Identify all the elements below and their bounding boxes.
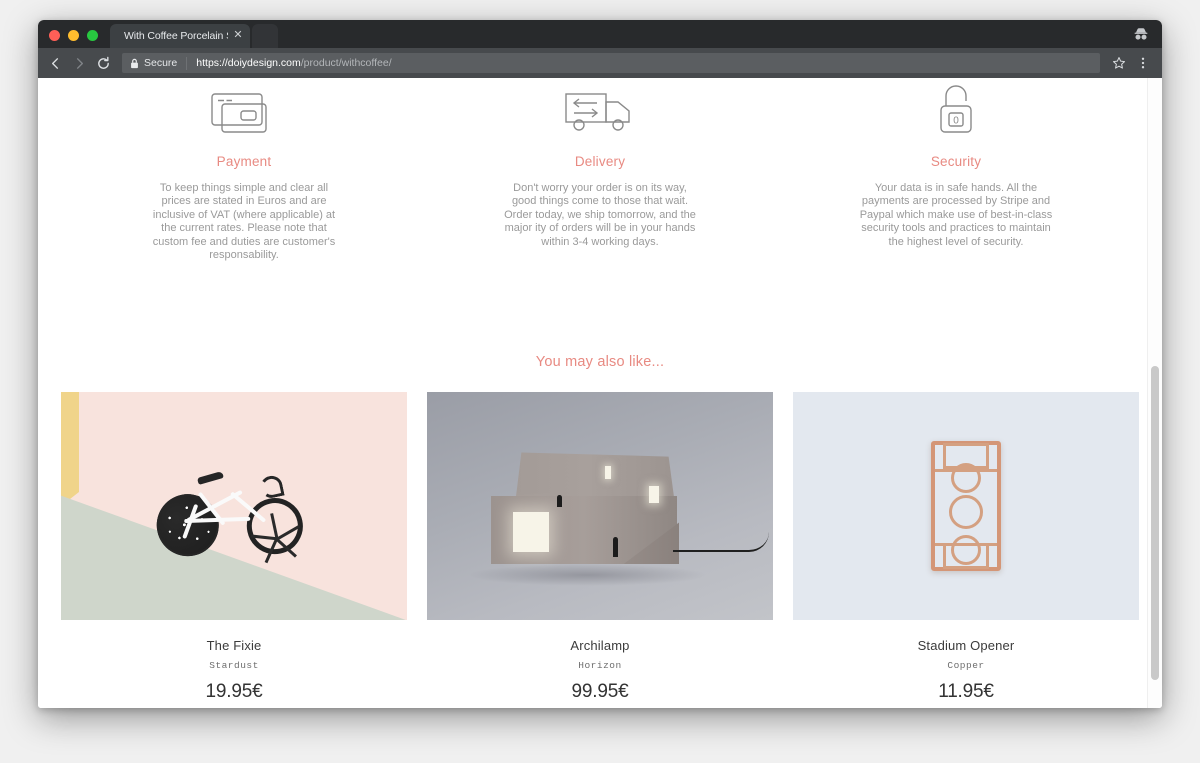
product-variant: Stardust xyxy=(209,660,259,672)
product-card-the-fixie[interactable]: The Fixie Stardust 19.95€ xyxy=(61,392,407,703)
scrollbar-thumb[interactable] xyxy=(1151,366,1159,680)
url-text: https://doiydesign.com/product/withcoffe… xyxy=(196,57,392,69)
delivery-truck-icon xyxy=(444,80,756,138)
product-price: 99.95€ xyxy=(571,681,629,703)
product-variant: Copper xyxy=(947,660,985,672)
forward-arrow-icon[interactable] xyxy=(68,52,90,74)
three-dot-menu-icon[interactable] xyxy=(1132,52,1154,74)
product-price: 19.95€ xyxy=(205,681,263,703)
svg-text:0: 0 xyxy=(953,116,959,127)
product-price: 11.95€ xyxy=(938,681,994,703)
info-title: Delivery xyxy=(574,154,626,169)
window-traffic-lights xyxy=(38,30,108,48)
close-icon[interactable]: ✕ xyxy=(232,30,244,42)
open-padlock-icon: 0 xyxy=(800,80,1112,138)
address-bar[interactable]: Secure https://doiydesign.com/product/wi… xyxy=(122,53,1100,73)
related-products-section: You may also like... The Fixie Stardust … xyxy=(38,354,1162,703)
vertical-scrollbar[interactable] xyxy=(1147,78,1162,708)
back-arrow-icon[interactable] xyxy=(44,52,66,74)
info-columns: Payment To keep things simple and clear … xyxy=(38,80,1162,262)
secure-label: Secure xyxy=(144,57,178,69)
info-column-security: 0 Security Your data is in safe hands. A… xyxy=(778,80,1134,262)
related-products-heading: You may also like... xyxy=(535,354,665,371)
copper-stadium-opener-photo[interactable] xyxy=(793,392,1139,621)
info-column-payment: Payment To keep things simple and clear … xyxy=(66,80,422,262)
info-text: Don't worry your order is on its way, go… xyxy=(504,182,696,248)
info-column-delivery: Delivery Don't worry your order is on it… xyxy=(422,80,778,262)
product-name: Stadium Opener xyxy=(917,638,1015,654)
browser-window: With Coffee Porcelain Set - DO ✕ xyxy=(38,20,1162,708)
maximize-window-button[interactable] xyxy=(87,30,98,41)
close-window-button[interactable] xyxy=(49,30,60,41)
product-card-stadium-opener[interactable]: Stadium Opener Copper 11.95€ xyxy=(793,392,1139,703)
product-variant: Horizon xyxy=(578,660,622,672)
tab-strip: With Coffee Porcelain Set - DO ✕ xyxy=(38,20,1162,48)
info-text: To keep things simple and clear all pric… xyxy=(152,182,336,262)
tab-title: With Coffee Porcelain Set - DO xyxy=(124,30,228,42)
page-viewport: Payment To keep things simple and clear … xyxy=(38,78,1162,708)
product-name: Archilamp xyxy=(570,638,630,654)
product-name: The Fixie xyxy=(206,638,262,654)
lock-icon xyxy=(130,58,139,69)
minimize-window-button[interactable] xyxy=(68,30,79,41)
credit-cards-icon xyxy=(88,80,400,138)
bicycle-pizza-cutter-photo[interactable] xyxy=(61,392,407,621)
browser-tab-active[interactable]: With Coffee Porcelain Set - DO ✕ xyxy=(110,24,250,48)
new-tab-button[interactable] xyxy=(252,24,278,48)
product-card-archilamp[interactable]: Archilamp Horizon 99.95€ xyxy=(427,392,773,703)
product-grid: The Fixie Stardust 19.95€ Archilamp Hori… xyxy=(38,392,1162,703)
architectural-lamp-photo[interactable] xyxy=(427,392,773,621)
incognito-icon xyxy=(1132,25,1150,43)
star-icon[interactable] xyxy=(1108,52,1130,74)
info-text: Your data is in safe hands. All the paym… xyxy=(859,182,1053,248)
browser-toolbar: Secure https://doiydesign.com/product/wi… xyxy=(38,48,1162,78)
info-title: Payment xyxy=(216,154,272,169)
reload-icon[interactable] xyxy=(92,52,114,74)
omnibox-divider xyxy=(186,56,188,70)
info-title: Security xyxy=(930,154,982,169)
